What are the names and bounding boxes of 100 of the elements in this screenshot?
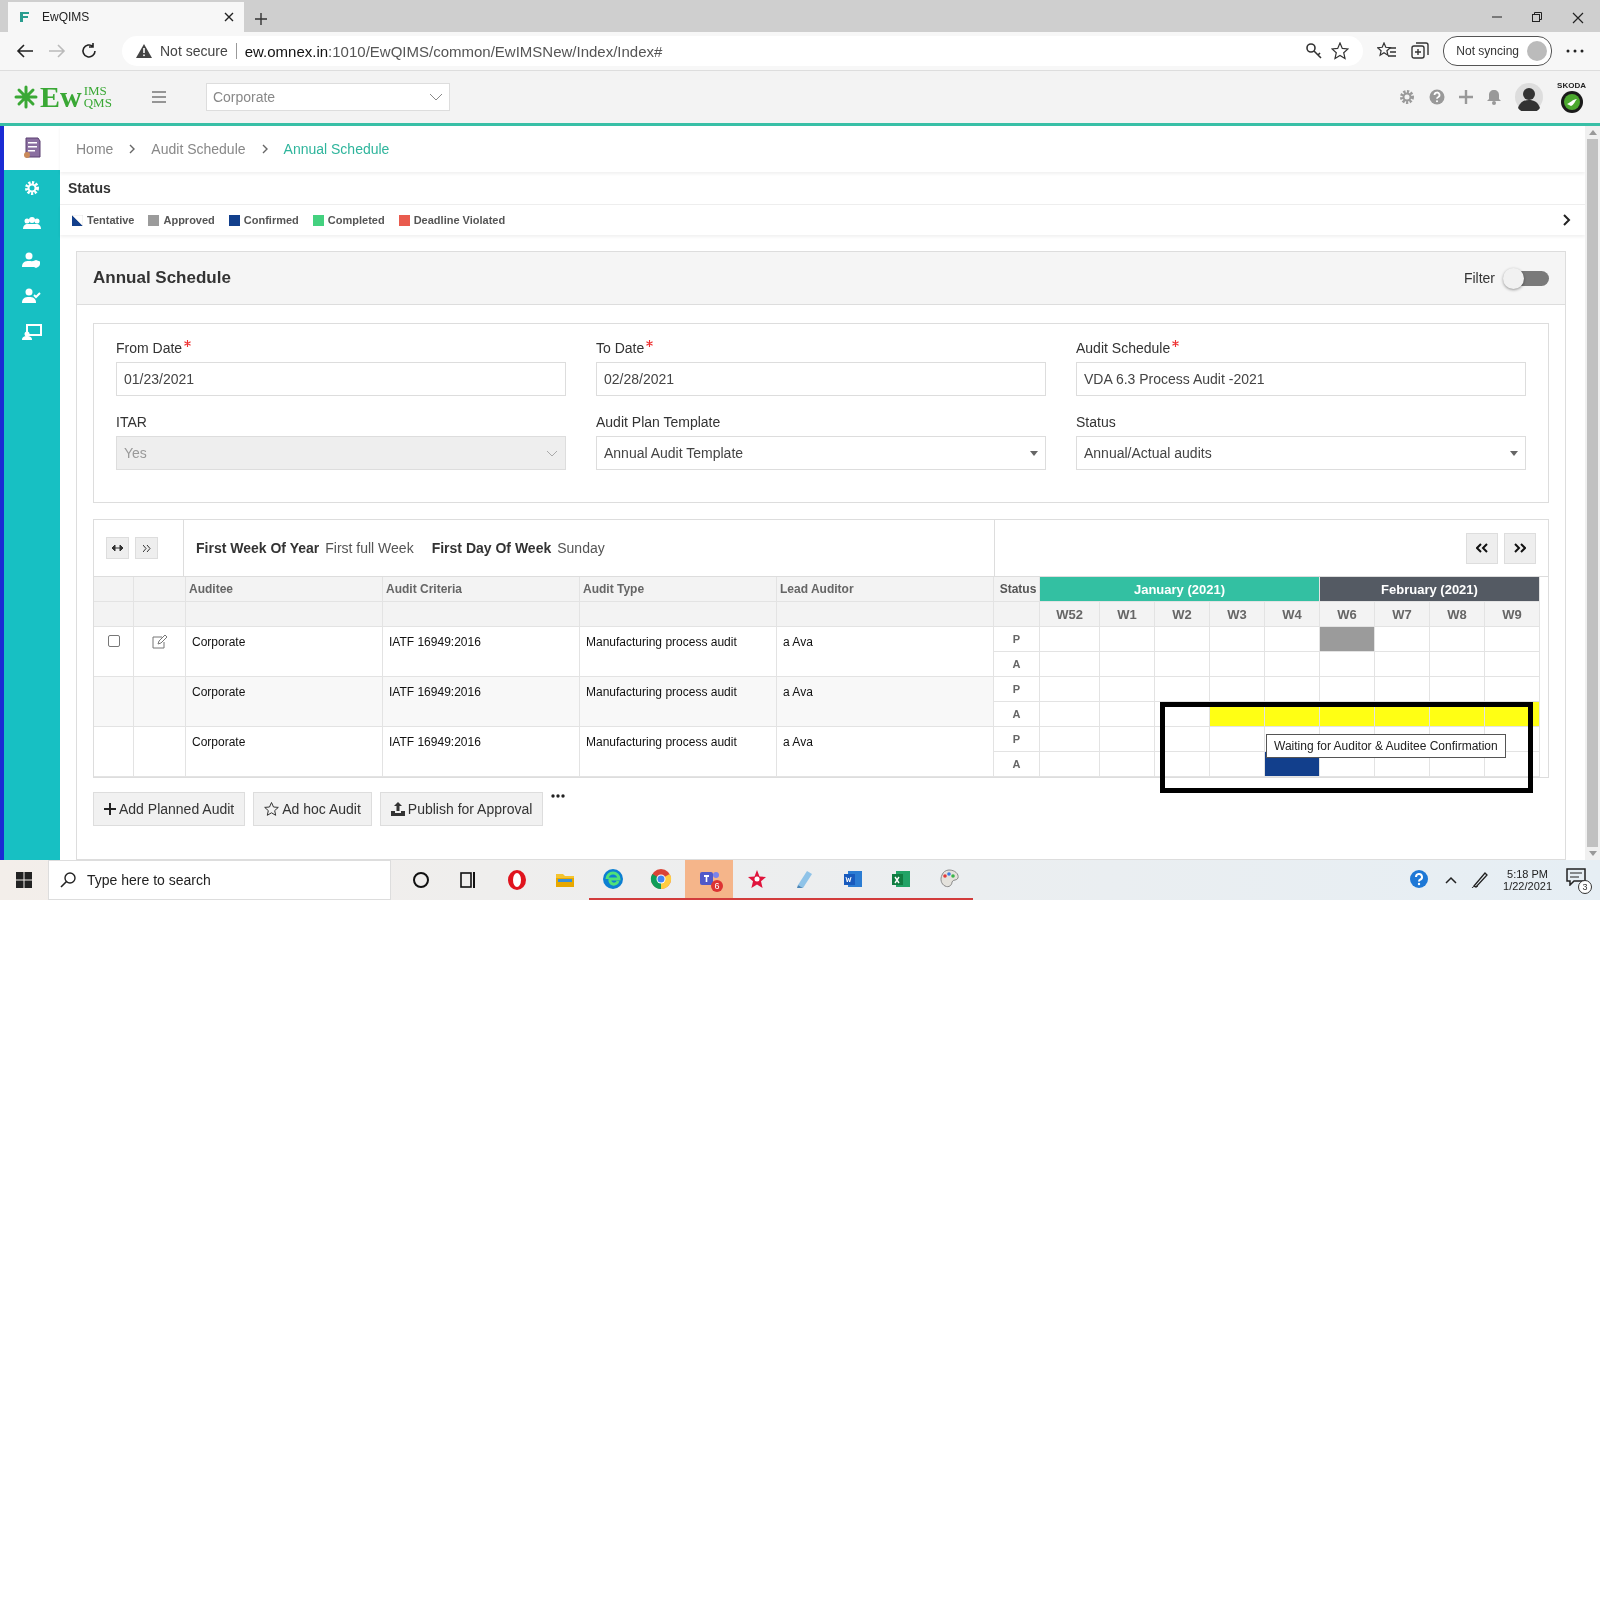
expand-button[interactable] bbox=[106, 537, 129, 559]
week-header: W2 bbox=[1155, 602, 1210, 627]
table-cell: Manufacturing process audit bbox=[580, 677, 777, 727]
star-icon[interactable] bbox=[1331, 42, 1350, 60]
taskbar-app[interactable]: 6 bbox=[685, 860, 733, 900]
pen-icon[interactable] bbox=[1471, 871, 1490, 889]
new-tab-icon[interactable] bbox=[254, 12, 268, 26]
column-header: Lead Auditor bbox=[777, 577, 994, 602]
card-title: Annual Schedule bbox=[93, 268, 231, 288]
input-field[interactable]: VDA 6.3 Process Audit -2021 bbox=[1076, 362, 1526, 396]
brand-logo: SKODA bbox=[1557, 80, 1586, 114]
legend-label: Confirmed bbox=[243, 214, 299, 226]
edge-icon bbox=[601, 867, 625, 891]
monitor-user-icon bbox=[22, 324, 42, 340]
chevron-right-icon bbox=[261, 144, 268, 154]
url-text: ew.omnex.in:1010/EwQIMS/common/EwIMSNew/Index/Index# bbox=[244, 42, 663, 60]
close-icon[interactable] bbox=[224, 12, 234, 22]
badge: 6 bbox=[711, 880, 723, 892]
scroll-up-icon[interactable] bbox=[1588, 130, 1597, 135]
legend-label: Approved bbox=[163, 214, 215, 226]
table-cell: a Ava bbox=[777, 677, 994, 727]
dropdown-field[interactable]: Annual Audit Template bbox=[596, 436, 1046, 470]
week-header: W4 bbox=[1265, 602, 1320, 627]
favorites-icon[interactable] bbox=[1377, 42, 1398, 60]
scroll-down-icon[interactable] bbox=[1588, 851, 1597, 856]
field-label: To Date bbox=[596, 340, 1046, 356]
close-icon[interactable] bbox=[1572, 12, 1584, 24]
chrome-icon bbox=[649, 867, 673, 891]
collections-icon[interactable] bbox=[1411, 42, 1430, 60]
menu-icon[interactable] bbox=[151, 91, 166, 103]
chevron-right-icon bbox=[142, 544, 151, 552]
help-icon[interactable] bbox=[1429, 89, 1446, 105]
filter-label: Filter bbox=[1463, 270, 1495, 286]
back-icon[interactable] bbox=[16, 43, 34, 59]
key-icon[interactable] bbox=[1305, 42, 1324, 60]
breadcrumb-link[interactable]: Home bbox=[76, 141, 114, 157]
user-check-icon bbox=[22, 288, 42, 304]
browser-tab[interactable]: EwQIMS bbox=[8, 2, 244, 32]
input-field[interactable]: 02/28/2021 bbox=[596, 362, 1046, 396]
settings-icon bbox=[24, 180, 40, 196]
field-label: Audit Plan Template bbox=[596, 414, 722, 430]
settings-icon[interactable] bbox=[1399, 89, 1416, 105]
filter-toggle[interactable] bbox=[1503, 268, 1549, 288]
week-info-label: First Week Of Year bbox=[196, 540, 320, 556]
week-info-value: Sunday bbox=[557, 540, 605, 556]
user-avatar-icon[interactable] bbox=[1515, 83, 1544, 111]
table-cell: Manufacturing process audit bbox=[580, 727, 777, 777]
table-cell: Corporate bbox=[186, 727, 383, 777]
document-icon bbox=[22, 137, 42, 159]
week-header: W6 bbox=[1320, 602, 1375, 627]
more-icon[interactable] bbox=[1566, 49, 1584, 53]
scrollbar[interactable] bbox=[1585, 126, 1600, 860]
profile-button[interactable]: Not syncing bbox=[1443, 36, 1552, 66]
action-button[interactable]: Publish for Approval bbox=[379, 792, 544, 826]
week-header: W7 bbox=[1375, 602, 1430, 627]
action-button[interactable]: Add Planned Audit bbox=[93, 792, 246, 826]
input-field[interactable]: 01/23/2021 bbox=[116, 362, 566, 396]
edit-icon[interactable] bbox=[151, 635, 168, 649]
caret-icon bbox=[1030, 450, 1038, 456]
double-chevron-left-icon bbox=[1476, 543, 1488, 553]
field-label: Status bbox=[1076, 414, 1117, 430]
caret-icon bbox=[1510, 450, 1518, 456]
avatar-icon bbox=[1527, 41, 1547, 61]
search-icon bbox=[60, 872, 76, 888]
week-header: W8 bbox=[1430, 602, 1485, 627]
address-bar[interactable]: Not secure ew.omnex.in:1010/EwQIMS/common/EwIMSNew/Index/Index# bbox=[122, 36, 1364, 66]
header-cell bbox=[994, 602, 1040, 627]
site-dropdown[interactable]: Corporate bbox=[205, 83, 450, 111]
reload-icon[interactable] bbox=[80, 42, 98, 60]
restore-icon[interactable] bbox=[1532, 12, 1542, 22]
column-header: Auditee bbox=[186, 577, 383, 602]
windows-icon[interactable] bbox=[16, 872, 32, 888]
table-cell: IATF 16949:2016 bbox=[383, 727, 580, 777]
chevron-down-icon bbox=[546, 449, 558, 457]
breadcrumb-link[interactable]: Audit Schedule bbox=[151, 141, 246, 157]
field-label: ITAR bbox=[116, 414, 148, 430]
week-info-label: First Day Of Week bbox=[431, 540, 552, 556]
legend-label: Tentative bbox=[87, 214, 135, 226]
more-icon[interactable] bbox=[551, 794, 566, 798]
chevron-right-icon[interactable] bbox=[1563, 214, 1571, 226]
search-field[interactable]: Type here to search bbox=[48, 860, 391, 900]
sidebar-item[interactable] bbox=[4, 126, 60, 170]
legend-label: Deadline Violated bbox=[413, 214, 506, 226]
chevron-down-icon bbox=[428, 93, 443, 101]
row-checkbox[interactable] bbox=[107, 635, 120, 647]
week-header: W1 bbox=[1100, 602, 1155, 627]
legend-label: Completed bbox=[327, 214, 385, 226]
chevron-up-icon[interactable] bbox=[1445, 876, 1458, 884]
column-header: Audit Type bbox=[580, 577, 777, 602]
action-button[interactable]: Ad hoc Audit bbox=[253, 792, 372, 826]
previous-button[interactable] bbox=[1466, 532, 1498, 564]
field-label: From Date bbox=[116, 340, 566, 356]
plus-icon[interactable] bbox=[1459, 90, 1474, 104]
clock[interactable]: 5:18 PM 1/22/2021 bbox=[1503, 868, 1552, 892]
section-title: Status bbox=[68, 180, 111, 196]
bell-icon[interactable] bbox=[1487, 89, 1502, 105]
upload-icon bbox=[390, 802, 405, 816]
dropdown-field[interactable]: Annual/Actual audits bbox=[1076, 436, 1526, 470]
double-chevron-right-icon bbox=[1514, 543, 1526, 553]
next-button[interactable] bbox=[1504, 532, 1536, 564]
